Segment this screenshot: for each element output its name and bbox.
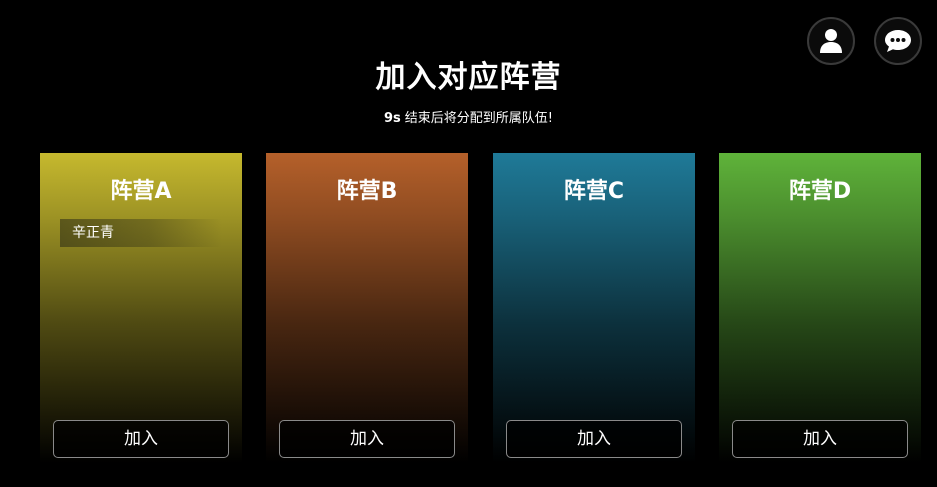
- user-icon: [820, 29, 842, 53]
- chat-button[interactable]: [874, 17, 922, 65]
- countdown-message: 结束后将分配到所属队伍!: [404, 111, 553, 126]
- join-camp-b-button[interactable]: 加入: [279, 420, 455, 458]
- camp-card-c: 阵营C 加入: [493, 153, 695, 463]
- camp-card-b: 阵营B 加入: [266, 153, 468, 463]
- camp-name: 阵营B: [336, 179, 398, 204]
- camp-name: 阵营A: [110, 179, 172, 204]
- join-camp-c-button[interactable]: 加入: [506, 420, 682, 458]
- countdown-text: 9s 结束后将分配到所属队伍!: [0, 107, 937, 126]
- profile-button[interactable]: [807, 17, 855, 65]
- join-camp-d-button[interactable]: 加入: [732, 420, 908, 458]
- member-slot: 辛正青: [60, 219, 222, 247]
- camp-name: 阵营C: [563, 179, 625, 204]
- join-camp-a-button[interactable]: 加入: [53, 420, 229, 458]
- page-title: 加入对应阵营: [375, 60, 562, 95]
- chat-bubble-icon: [885, 30, 911, 52]
- camp-name: 阵营D: [788, 179, 852, 204]
- camp-card-a: 阵营A 辛正青 加入: [40, 153, 242, 463]
- countdown-seconds: 9s: [383, 111, 401, 126]
- camp-card-d: 阵营D 加入: [719, 153, 921, 463]
- member-name: 辛正青: [60, 219, 222, 247]
